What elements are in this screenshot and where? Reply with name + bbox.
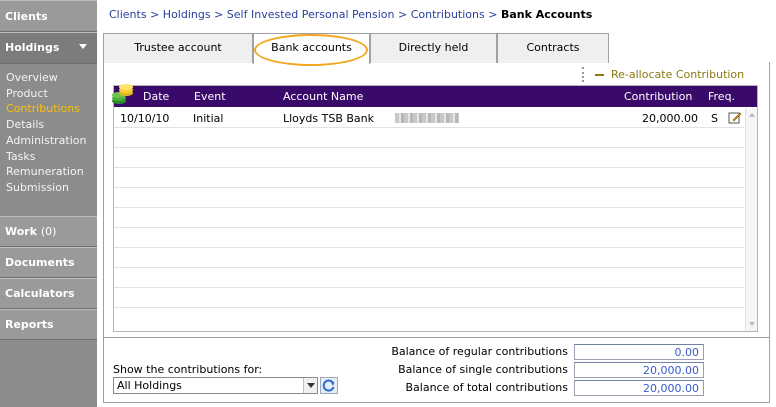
cell-contribution: 20,000.00 [642,112,698,125]
tab-bank-accounts[interactable]: Bank accounts [253,33,370,64]
grid-scrollbar[interactable] [745,108,757,331]
table-row [114,148,744,168]
toolbar-grip [582,67,584,82]
redacted-account-number [395,113,459,123]
minus-icon [595,74,604,76]
nav-holdings[interactable]: Holdings [0,32,97,64]
breadcrumb-sipp[interactable]: Self Invested Personal Pension [227,8,395,21]
table-row [114,248,744,268]
breadcrumb-contributions[interactable]: Contributions [411,8,485,21]
tab-label: Trustee account [134,41,222,54]
table-row [114,168,744,188]
reallocate-contribution-button[interactable]: Re-allocate Contribution [611,68,744,81]
tab-directly-held[interactable]: Directly held [370,33,497,63]
submenu-details[interactable]: Details [6,117,97,133]
scroll-up-icon[interactable] [747,110,757,120]
chevron-down-icon[interactable] [303,378,317,393]
nav-holdings-label: Holdings [5,41,60,54]
submenu-administration[interactable]: Administration [6,133,97,149]
breadcrumb-separator: > [214,8,224,21]
col-event[interactable]: Event [194,90,226,103]
holdings-submenu: Overview Product Contributions Details A… [0,64,97,216]
breadcrumb-separator: > [488,8,498,21]
breadcrumb-clients[interactable]: Clients [109,8,147,21]
submenu-tasks[interactable]: Tasks [6,149,97,165]
tab-label: Bank accounts [271,41,352,54]
submenu-product[interactable]: Product [6,86,97,102]
nav-clients[interactable]: Clients [0,0,97,32]
col-date[interactable]: Date [143,90,169,103]
submenu-overview[interactable]: Overview [6,70,97,86]
table-row [114,128,744,148]
table-row [114,308,744,328]
coins-icon [112,84,133,104]
nav-clients-label: Clients [5,10,48,23]
sidebar: Clients Holdings Overview Product Contri… [0,0,97,407]
breadcrumb-current: Bank Accounts [500,8,593,21]
submenu-contributions[interactable]: Contributions [6,101,97,117]
footer-divider [104,337,769,338]
tab-contracts[interactable]: Contracts [497,33,609,63]
edit-icon[interactable] [728,111,742,124]
cell-event: Initial [193,112,224,125]
contributions-grid: Date Event Account Name Contribution Fre… [112,84,758,332]
tab-label: Directly held [398,41,469,54]
show-contributions-label: Show the contributions for: [113,363,263,376]
nav-calculators[interactable]: Calculators [0,278,97,309]
table-row [114,268,744,288]
breadcrumb-separator: > [397,8,408,21]
refresh-icon[interactable] [320,377,338,394]
regular-balance-value: 0.00 [574,344,704,360]
nav-documents[interactable]: Documents [0,247,97,278]
col-contribution[interactable]: Contribution [624,90,692,103]
holdings-filter-value: All Holdings [117,379,182,392]
breadcrumb-separator: > [150,8,160,21]
total-balance-label: Balance of total contributions [405,381,568,394]
regular-balance-label: Balance of regular contributions [391,345,568,358]
nav-work-count: (0) [40,225,57,238]
submenu-remuneration[interactable]: Remuneration [6,164,97,180]
nav-reports-label: Reports [5,318,54,331]
submenu-submission[interactable]: Submission [6,180,97,196]
grid-header: Date Event Account Name Contribution Fre… [112,84,757,107]
cell-freq: S [711,112,718,125]
chevron-down-icon [79,44,87,49]
cell-account: Lloyds TSB Bank [283,112,375,125]
nav-documents-label: Documents [5,256,75,269]
single-balance-label: Balance of single contributions [398,363,568,376]
table-row [114,208,744,228]
breadcrumb-holdings[interactable]: Holdings [163,8,211,21]
table-row [114,188,744,208]
nav-work-label: Work [5,225,38,238]
table-row[interactable]: 10/10/10 Initial Lloyds TSB Bank 20,000.… [114,108,744,128]
grid-toolbar: Re-allocate Contribution [579,66,767,83]
nav-reports[interactable]: Reports [0,309,97,340]
tab-trustee-account[interactable]: Trustee account [103,33,253,63]
table-row [114,228,744,248]
total-balance-value: 20,000.00 [574,380,704,396]
cell-date: 10/10/10 [120,112,170,125]
col-account-name[interactable]: Account Name [283,90,363,103]
tab-bar: Trustee account Bank accounts Directly h… [103,33,770,66]
breadcrumb: Clients > Holdings > Self Invested Perso… [109,8,592,21]
tab-label: Contracts [526,41,580,54]
holdings-filter-select[interactable]: All Holdings [113,377,318,394]
scroll-down-icon[interactable] [747,319,757,329]
single-balance-value: 20,000.00 [574,362,704,378]
nav-work[interactable]: Work (0) [0,216,97,247]
nav-calculators-label: Calculators [5,287,75,300]
col-freq[interactable]: Freq. [708,90,735,103]
table-row [114,288,744,308]
